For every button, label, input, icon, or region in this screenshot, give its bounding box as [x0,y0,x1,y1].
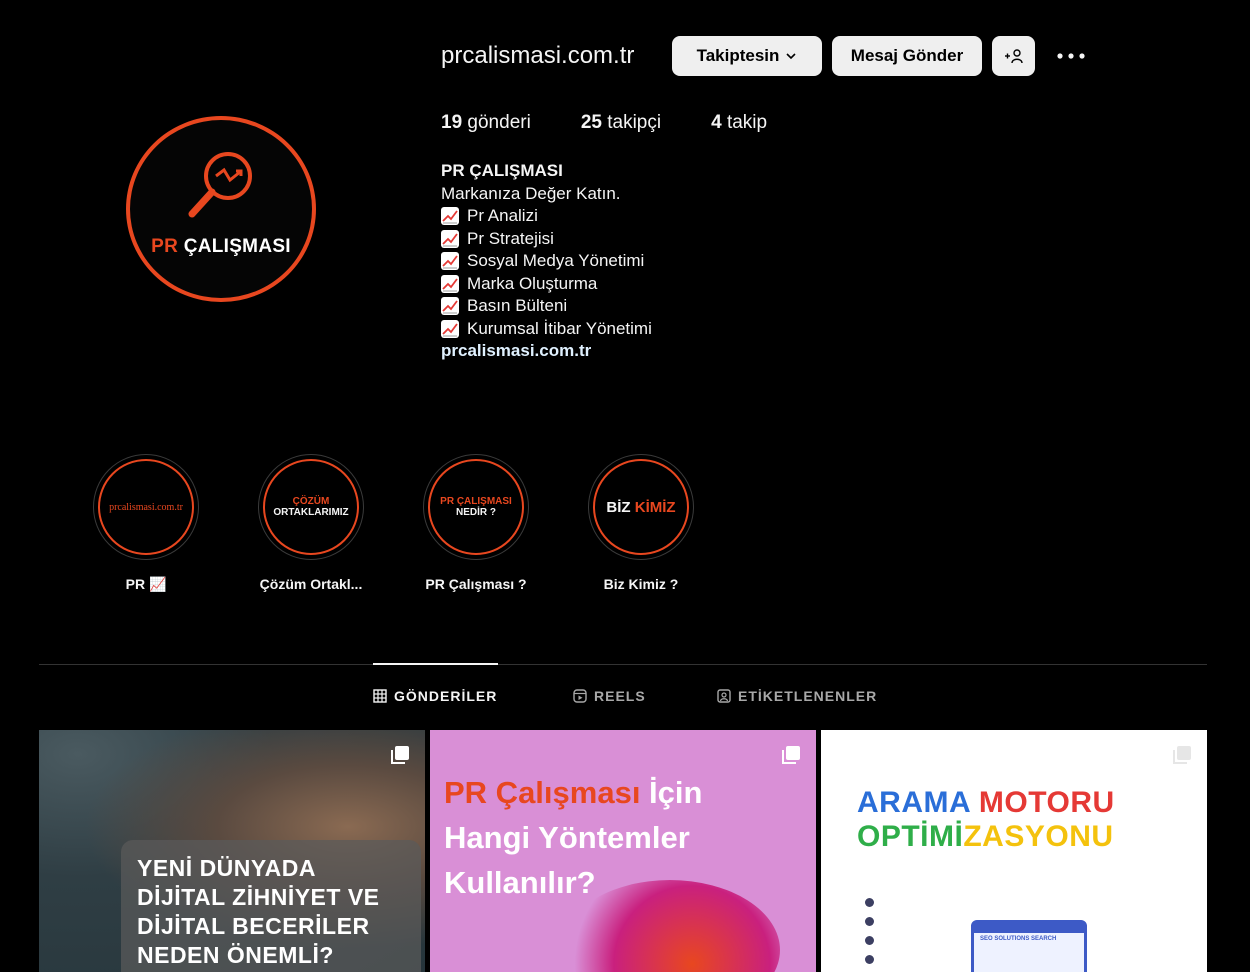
post-tile[interactable]: PR Çalışması İçin Hangi Yöntemler Kullan… [430,730,816,972]
highlight-ring: ÇÖZÜM ORTAKLARIMIZ [258,454,364,560]
post-title: ARAMA MOTORU OPTİMİZASYONU [857,786,1115,853]
bio-tagline: Markanıza Değer Katın. [441,183,621,203]
highlight-ring: prcalismasi.com.tr [93,454,199,560]
options-button[interactable] [1056,44,1086,68]
highlight-cover: prcalismasi.com.tr [98,459,194,555]
highlight-pr-calismasi[interactable]: PR ÇALIŞMASI NEDİR ? PR Çalışması ? [421,454,531,592]
profile-bio: PR ÇALIŞMASI Markanıza Değer Katın. Pr A… [441,160,652,363]
post-title-card: YENİ DÜNYADA DİJİTAL ZİHNİYET VE DİJİTAL… [121,840,421,972]
carousel-icon [391,746,409,764]
following-button-label: Takiptesin [696,46,780,65]
bio-website-link[interactable]: prcalismasi.com.tr [441,340,652,363]
post-tile[interactable]: YENİ DÜNYADA DİJİTAL ZİHNİYET VE DİJİTAL… [39,730,425,972]
chart-up-icon [441,229,459,248]
avatar-logo: PR ÇALIŞMASI [126,116,316,302]
post-tile[interactable]: ARAMA MOTORU OPTİMİZASYONU SEO SOLUTIONS… [821,730,1207,972]
bio-service: Pr Stratejisi [441,228,652,251]
tab-reels[interactable]: REELS [573,688,646,704]
profile-avatar[interactable]: PR ÇALIŞMASI [126,116,316,302]
highlight-label: PR 📈 [125,576,167,592]
carousel-icon [1173,746,1191,764]
chevron-down-icon [786,53,796,60]
followers-count[interactable]: 25 takipçi [581,112,661,134]
bio-service: Kurumsal İtibar Yönetimi [441,318,652,341]
tagged-icon [717,689,731,703]
highlight-cover: ÇÖZÜM ORTAKLARIMIZ [263,459,359,555]
highlight-cover: PR ÇALIŞMASI NEDİR ? [428,459,524,555]
bio-service: Sosyal Medya Yönetimi [441,250,652,273]
bio-service: Pr Analizi [441,205,652,228]
post-title: PR Çalışması İçin Hangi Yöntemler Kullan… [444,775,703,900]
bio-service: Basın Bülteni [441,295,652,318]
send-message-button[interactable]: Mesaj Gönder [832,36,982,76]
active-tab-indicator [373,663,498,665]
highlight-cozum-ortaklari[interactable]: ÇÖZÜM ORTAKLARIMIZ Çözüm Ortakl... [256,454,366,592]
highlight-pr[interactable]: prcalismasi.com.tr PR 📈 [91,454,201,593]
avatar-brand-text: PR ÇALIŞMASI [151,236,291,257]
following-count[interactable]: 4 takip [711,112,767,134]
seo-illustration: SEO SOLUTIONS SEARCH [971,920,1087,972]
grid-icon [373,689,387,703]
magnifier-chart-icon [188,152,252,218]
highlight-cover: BİZ KİMİZ [593,459,689,555]
highlight-ring: PR ÇALIŞMASI NEDİR ? [423,454,529,560]
add-user-icon [1004,49,1023,64]
highlight-label: Çözüm Ortakl... [259,576,363,592]
highlight-label: PR Çalışması ? [425,576,527,592]
more-dots-icon [1057,53,1085,59]
profile-username: prcalismasi.com.tr [441,42,635,69]
chart-up-icon [441,252,459,271]
following-button[interactable]: Takiptesin [672,36,822,76]
tab-tagged[interactable]: ETİKETLENENLER [717,688,877,704]
highlight-biz-kimiz[interactable]: BİZ KİMİZ Biz Kimiz ? [586,454,696,592]
chart-up-icon [441,319,459,338]
chart-up-icon [441,297,459,316]
reels-icon [573,689,587,703]
highlight-ring: BİZ KİMİZ [588,454,694,560]
tab-posts[interactable]: GÖNDERİLER [373,688,497,704]
highlight-label: Biz Kimiz ? [603,576,679,592]
chart-up-icon [441,274,459,293]
decorative-dots [865,898,874,972]
carousel-icon [782,746,800,764]
profile-stats: 19 gönderi 25 takipçi 4 takip [441,112,817,134]
chart-up-icon [441,207,459,226]
bio-name: PR ÇALIŞMASI [441,161,563,180]
post-title: YENİ DÜNYADA DİJİTAL ZİHNİYET VE DİJİTAL… [137,855,380,968]
bio-service: Marka Oluşturma [441,273,652,296]
suggested-users-button[interactable] [992,36,1035,76]
posts-count: 19 gönderi [441,112,531,133]
send-message-label: Mesaj Gönder [850,46,964,65]
tabs-divider [39,664,1207,665]
